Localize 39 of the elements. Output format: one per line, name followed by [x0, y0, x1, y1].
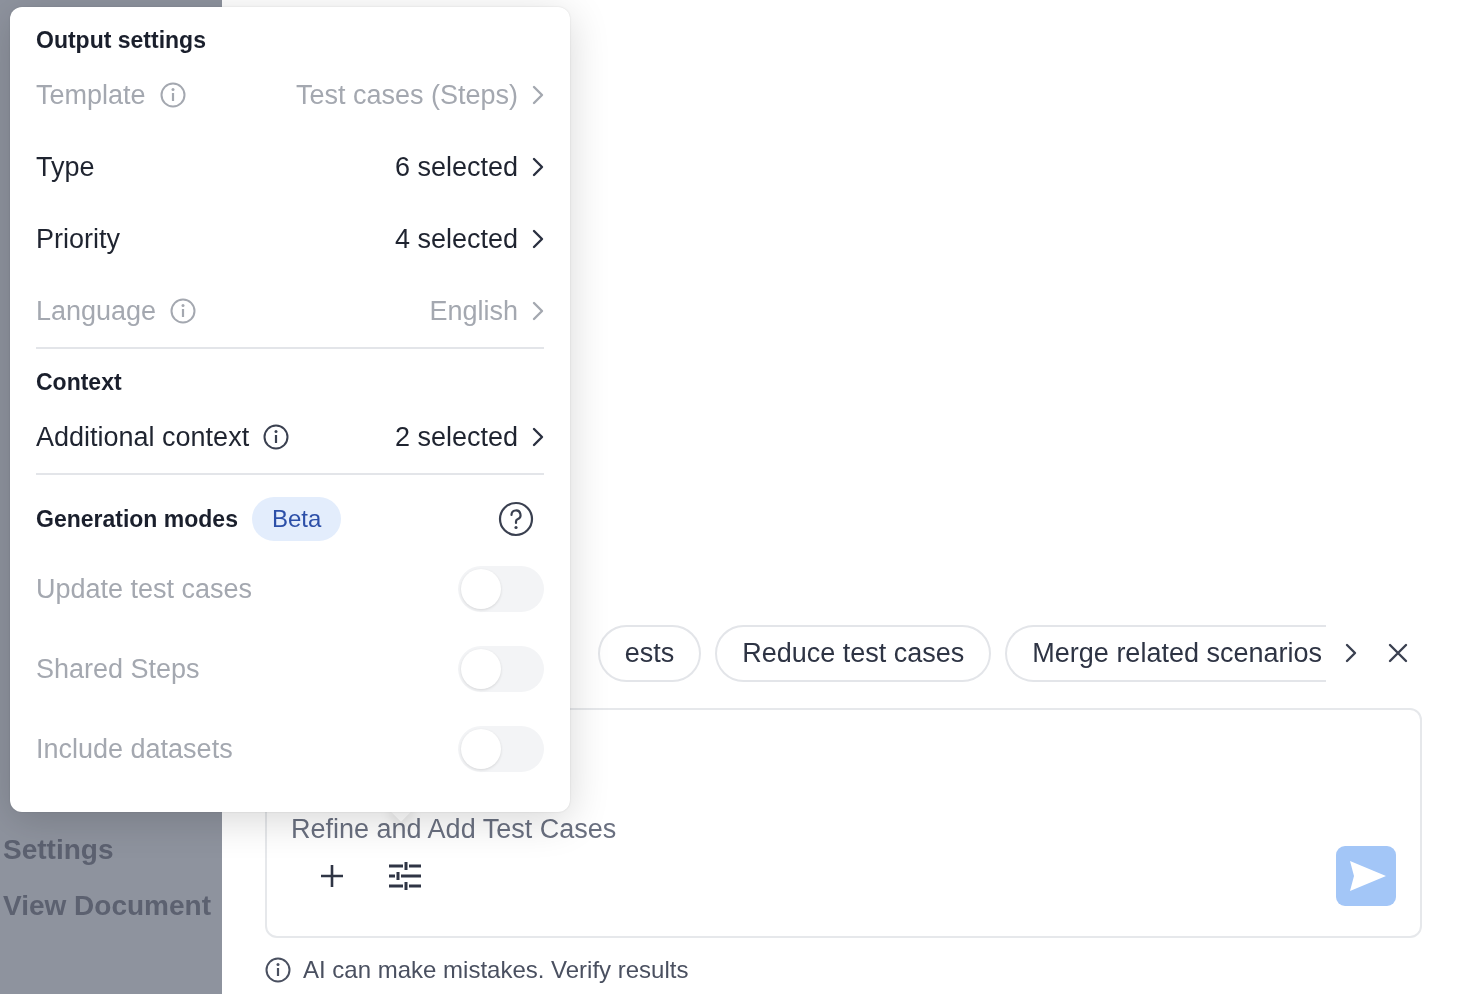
plus-icon[interactable] — [319, 863, 345, 889]
suggestion-chip[interactable]: Merge related scenarios — [1005, 624, 1326, 682]
setting-value: English — [429, 295, 518, 327]
disclaimer-text: AI can make mistakes. Verify results — [303, 956, 689, 984]
section-heading: Generation modes — [36, 505, 238, 533]
setting-value: Test cases (Steps) — [295, 79, 518, 111]
section-heading: Output settings — [36, 25, 207, 55]
beta-badge: Beta — [251, 497, 342, 541]
section-heading: Context — [36, 367, 123, 397]
setting-value: 4 selected — [394, 223, 518, 255]
setting-label: Type — [36, 151, 95, 183]
setting-label: Priority — [36, 223, 120, 255]
chevron-right-icon — [532, 427, 544, 447]
setting-row[interactable]: Type 6 selected — [36, 131, 544, 203]
help-icon[interactable] — [498, 501, 534, 537]
suggestion-chip[interactable]: Reduce test cases — [715, 624, 992, 682]
toggle-label: Include datasets — [36, 733, 233, 765]
setting-row[interactable]: Priority 4 selected — [36, 203, 544, 275]
sliders-icon[interactable] — [389, 862, 421, 890]
chevron-right-icon — [532, 229, 544, 249]
suggestion-chip[interactable]: ests — [597, 624, 702, 682]
info-icon — [159, 82, 186, 108]
send-icon — [1350, 861, 1386, 891]
toggle-label: Update test cases — [36, 573, 253, 605]
info-icon — [263, 424, 290, 450]
setting-value: 2 selected — [394, 421, 518, 453]
chevron-right-icon — [532, 157, 544, 177]
setting-label: Additional context — [36, 421, 250, 453]
setting-label: Language — [36, 295, 157, 327]
chevron-right-icon[interactable] — [1344, 642, 1358, 664]
chevron-right-icon — [532, 85, 544, 105]
setting-row[interactable]: Additional context 2 selected — [36, 401, 544, 473]
setting-label: Template — [36, 79, 146, 111]
info-icon — [265, 957, 291, 983]
close-icon[interactable] — [1388, 643, 1408, 663]
setting-value: 6 selected — [394, 151, 518, 183]
info-icon — [170, 298, 197, 324]
chevron-right-icon — [532, 301, 544, 321]
toggle-label: Shared Steps — [36, 653, 200, 685]
